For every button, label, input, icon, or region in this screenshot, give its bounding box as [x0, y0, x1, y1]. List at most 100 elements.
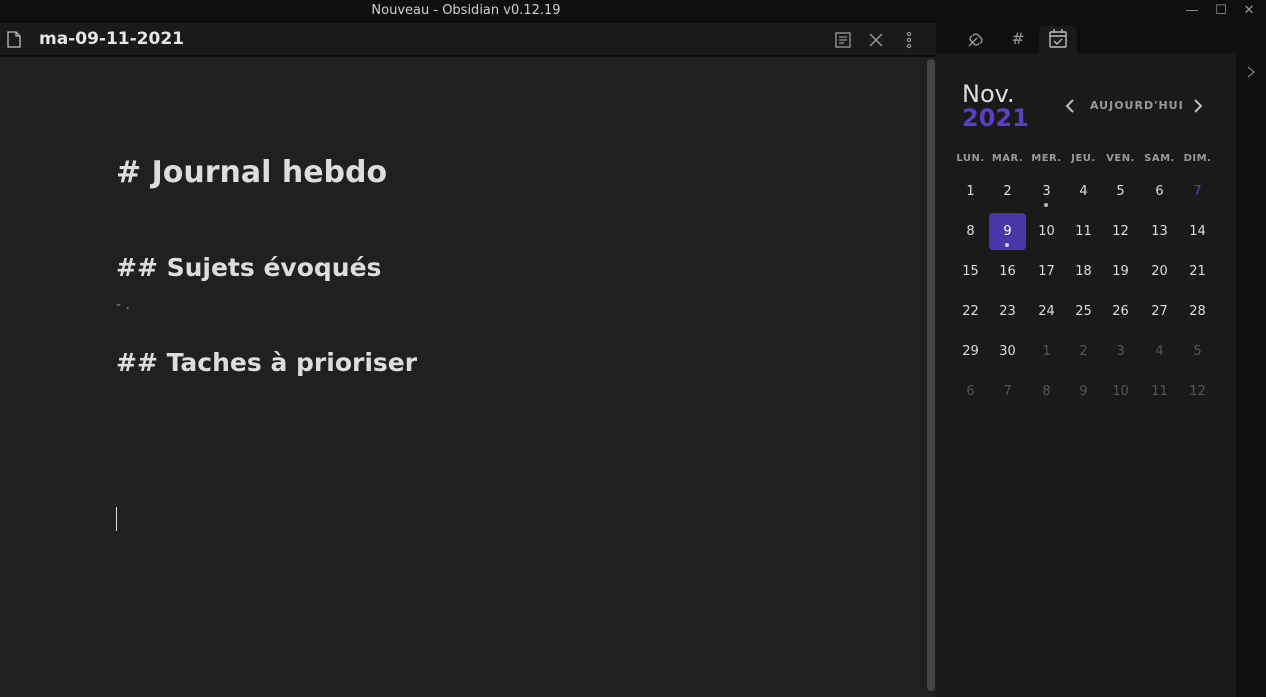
- close-pane-icon[interactable]: [865, 29, 887, 51]
- calendar-day[interactable]: 14: [1179, 213, 1216, 250]
- reading-mode-icon[interactable]: [832, 29, 854, 51]
- calendar-day[interactable]: 6: [952, 373, 989, 410]
- calendar-day-label: 3: [1042, 184, 1051, 199]
- calendar-day-label: 15: [962, 264, 979, 279]
- calendar-day[interactable]: 3: [1028, 173, 1065, 210]
- calendar-panel: Nov. 2021 AUJOURD'HUI LUN. MAR. MER. JEU. VE…: [936, 53, 1236, 697]
- calendar-day[interactable]: 18: [1065, 253, 1102, 290]
- calendar-day[interactable]: 1: [952, 173, 989, 210]
- maximize-icon[interactable]: ☐: [1210, 2, 1232, 20]
- minimize-icon[interactable]: —: [1181, 2, 1203, 20]
- weekday-header: MAR.: [991, 153, 1024, 164]
- calendar-day-label: 19: [1112, 264, 1129, 279]
- calendar-day-label: 11: [1151, 384, 1168, 399]
- scrollbar-thumb[interactable]: [927, 59, 935, 691]
- calendar-day-label: 9: [1003, 224, 1012, 239]
- calendar-day-label: 12: [1189, 384, 1206, 399]
- calendar-day[interactable]: 28: [1179, 293, 1216, 330]
- file-icon: [7, 31, 21, 48]
- calendar-day[interactable]: 12: [1102, 213, 1139, 250]
- next-month-icon[interactable]: [1190, 97, 1206, 115]
- calendar-day[interactable]: 24: [1028, 293, 1065, 330]
- calendar-day-label: 5: [1193, 344, 1202, 359]
- right-ribbon: [1236, 53, 1266, 697]
- calendar-day[interactable]: 10: [1028, 213, 1065, 250]
- calendar-day-label: 1: [1042, 344, 1051, 359]
- calendar-day-label: 2: [1079, 344, 1088, 359]
- calendar-day[interactable]: 2: [1065, 333, 1102, 370]
- calendar-day[interactable]: 15: [952, 253, 989, 290]
- calendar-day[interactable]: 26: [1102, 293, 1139, 330]
- calendar-day[interactable]: 27: [1141, 293, 1178, 330]
- calendar-day-label: 11: [1075, 224, 1092, 239]
- view-header: ma-09-11-2021: [0, 23, 936, 57]
- weekday-header: JEU.: [1071, 153, 1096, 164]
- calendar-day[interactable]: 20: [1141, 253, 1178, 290]
- calendar-day-label: 4: [1155, 344, 1164, 359]
- note-indicator-dot: [1044, 203, 1048, 207]
- calendar-day[interactable]: 11: [1141, 373, 1178, 410]
- previous-month-icon[interactable]: [1062, 97, 1078, 115]
- note-indicator-dot: [1005, 243, 1009, 247]
- calendar-day[interactable]: 12: [1179, 373, 1216, 410]
- calendar-day[interactable]: 7: [989, 373, 1026, 410]
- calendar-day-label: 12: [1112, 224, 1129, 239]
- calendar-day-label: 5: [1116, 184, 1125, 199]
- calendar-day[interactable]: 19: [1102, 253, 1139, 290]
- calendar-day-label: 9: [1079, 384, 1088, 399]
- text-cursor: [116, 507, 117, 531]
- window-title: Nouveau - Obsidian v0.12.19: [371, 3, 561, 18]
- calendar-day[interactable]: 2: [989, 173, 1026, 210]
- calendar-day[interactable]: 4: [1065, 173, 1102, 210]
- calendar-day[interactable]: 10: [1102, 373, 1139, 410]
- calendar-day-label: 17: [1038, 264, 1055, 279]
- calendar-day-label: 2: [1003, 184, 1012, 199]
- calendar-day[interactable]: 13: [1141, 213, 1178, 250]
- calendar-day[interactable]: 4: [1141, 333, 1178, 370]
- calendar-day[interactable]: 9: [989, 213, 1026, 250]
- today-button[interactable]: AUJOURD'HUI: [1090, 99, 1184, 112]
- calendar-day-label: 23: [999, 304, 1016, 319]
- calendar-day[interactable]: 22: [952, 293, 989, 330]
- weekday-header: DIM.: [1183, 153, 1212, 164]
- calendar-day[interactable]: 21: [1179, 253, 1216, 290]
- calendar-day-label: 7: [1003, 384, 1012, 399]
- backlinks-icon[interactable]: [957, 26, 995, 53]
- tags-icon[interactable]: #: [999, 26, 1037, 53]
- calendar-day-label: 18: [1075, 264, 1092, 279]
- calendar-day[interactable]: 17: [1028, 253, 1065, 290]
- heading-journal: # Journal hebdo: [116, 155, 388, 190]
- calendar-day[interactable]: 11: [1065, 213, 1102, 250]
- calendar-day[interactable]: 5: [1179, 333, 1216, 370]
- calendar-day[interactable]: 1: [1028, 333, 1065, 370]
- calendar-day-label: 30: [999, 344, 1016, 359]
- calendar-day-label: 26: [1112, 304, 1129, 319]
- calendar-day[interactable]: 6: [1141, 173, 1178, 210]
- calendar-day[interactable]: 30: [989, 333, 1026, 370]
- calendar-day-label: 8: [1042, 384, 1051, 399]
- note-title[interactable]: ma-09-11-2021: [39, 29, 184, 49]
- calendar-year: 2021: [962, 104, 1029, 132]
- calendar-day[interactable]: 16: [989, 253, 1026, 290]
- calendar-day[interactable]: 8: [952, 213, 989, 250]
- calendar-day-label: 1: [966, 184, 975, 199]
- calendar-day[interactable]: 9: [1065, 373, 1102, 410]
- calendar-day-label: 6: [1155, 184, 1164, 199]
- calendar-day[interactable]: 8: [1028, 373, 1065, 410]
- calendar-day[interactable]: 5: [1102, 173, 1139, 210]
- chevron-right-icon[interactable]: [1245, 65, 1257, 79]
- calendar-day-label: 28: [1189, 304, 1206, 319]
- more-options-icon[interactable]: [898, 29, 920, 51]
- weekday-header: LUN.: [956, 153, 985, 164]
- calendar-day-label: 7: [1193, 184, 1202, 199]
- close-window-icon[interactable]: ✕: [1238, 2, 1260, 20]
- calendar-day[interactable]: 7: [1179, 173, 1216, 210]
- scrollbar[interactable]: [926, 59, 936, 691]
- editor-content[interactable]: # Journal hebdo ## Sujets évoqués - . ##…: [0, 59, 924, 697]
- calendar-day[interactable]: 25: [1065, 293, 1102, 330]
- calendar-day[interactable]: 3: [1102, 333, 1139, 370]
- calendar-day[interactable]: 29: [952, 333, 989, 370]
- calendar-icon[interactable]: [1039, 26, 1077, 53]
- calendar-day-label: 6: [966, 384, 975, 399]
- calendar-day[interactable]: 23: [989, 293, 1026, 330]
